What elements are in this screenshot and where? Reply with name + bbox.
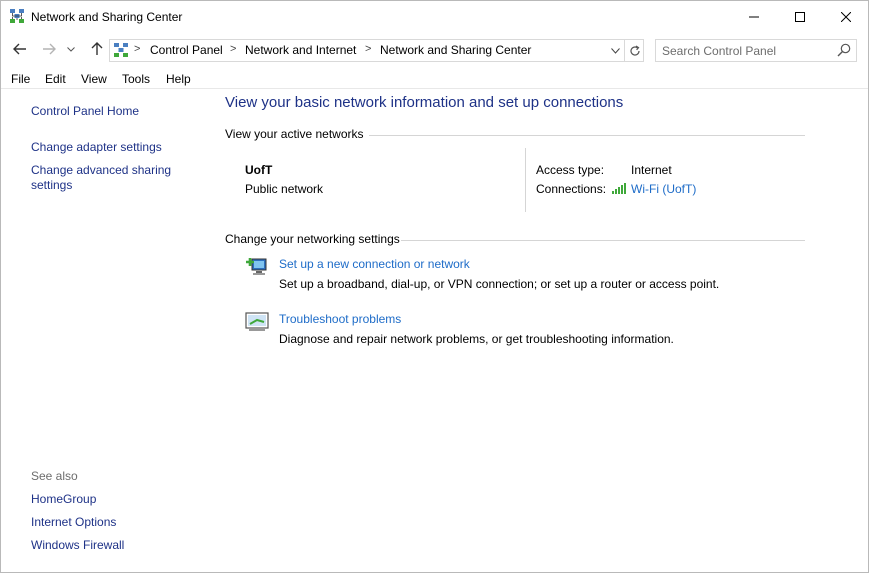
divider — [525, 148, 526, 212]
breadcrumb-separator[interactable]: > — [365, 43, 371, 55]
page-title: View your basic network information and … — [225, 94, 624, 111]
active-networks-title: View your active networks — [225, 127, 364, 141]
divider — [369, 135, 805, 136]
window: Network and Sharing Center > Control Pan… — [0, 0, 869, 573]
window-title: Network and Sharing Center — [31, 10, 183, 24]
refresh-button[interactable] — [624, 40, 644, 61]
recent-locations-button[interactable] — [65, 40, 77, 58]
access-type-label: Access type: — [536, 163, 605, 177]
network-app-icon — [10, 9, 24, 23]
address-bar[interactable]: > Control Panel > Network and Internet >… — [109, 39, 644, 62]
menu-view[interactable]: View — [81, 72, 107, 86]
breadcrumb-separator[interactable]: > — [134, 43, 140, 55]
link-troubleshoot-problems[interactable]: Troubleshoot problems — [279, 312, 401, 326]
wifi-connection-link[interactable]: Wi-Fi (UofT) — [631, 182, 696, 196]
troubleshoot-icon[interactable] — [245, 311, 269, 333]
link-change-adapter-settings[interactable]: Change adapter settings — [31, 140, 162, 155]
divider — [401, 240, 805, 241]
forward-button[interactable] — [40, 40, 58, 58]
back-arrow-icon — [13, 43, 26, 55]
refresh-icon — [629, 44, 640, 56]
link-internet-options[interactable]: Internet Options — [31, 515, 116, 530]
up-button[interactable] — [88, 40, 106, 58]
search-box[interactable] — [655, 39, 857, 62]
close-icon — [841, 11, 851, 22]
search-icon[interactable] — [837, 43, 851, 57]
control-panel-icon — [114, 43, 128, 57]
connections-label: Connections: — [536, 182, 607, 196]
menu-bar: File Edit View Tools Help — [1, 70, 868, 89]
new-connection-icon[interactable] — [245, 256, 269, 278]
menu-file[interactable]: File — [11, 72, 30, 86]
minimize-icon — [749, 16, 759, 17]
breadcrumb-network-and-internet[interactable]: Network and Internet — [245, 43, 356, 57]
link-homegroup[interactable]: HomeGroup — [31, 492, 96, 507]
breadcrumb-control-panel[interactable]: Control Panel — [150, 43, 223, 57]
back-button[interactable] — [11, 40, 29, 58]
up-arrow-icon — [91, 42, 103, 55]
wifi-signal-icon — [612, 183, 626, 194]
troubleshoot-description: Diagnose and repair network problems, or… — [279, 332, 674, 346]
chevron-down-icon — [67, 46, 75, 52]
network-name: UofT — [245, 163, 273, 177]
networking-settings-title: Change your networking settings — [225, 232, 400, 246]
set-up-connection-description: Set up a broadband, dial-up, or VPN conn… — [279, 277, 720, 291]
link-set-up-new-connection[interactable]: Set up a new connection or network — [279, 257, 470, 271]
breadcrumb-network-and-sharing-center[interactable]: Network and Sharing Center — [380, 43, 531, 57]
maximize-icon — [795, 11, 805, 22]
search-input[interactable] — [662, 43, 827, 58]
main-content: View your basic network information and … — [225, 90, 865, 572]
forward-arrow-icon — [43, 43, 56, 55]
network-type: Public network — [245, 182, 324, 196]
see-also-label: See also — [31, 469, 78, 483]
menu-edit[interactable]: Edit — [45, 72, 66, 86]
link-control-panel-home[interactable]: Control Panel Home — [31, 104, 139, 119]
maximize-button[interactable] — [777, 1, 823, 32]
chevron-down-icon — [610, 47, 620, 54]
menu-tools[interactable]: Tools — [122, 72, 150, 86]
link-windows-firewall[interactable]: Windows Firewall — [31, 538, 124, 553]
access-type-value: Internet — [631, 163, 672, 177]
close-button[interactable] — [823, 1, 869, 32]
navigation-bar: > Control Panel > Network and Internet >… — [1, 34, 868, 66]
title-bar: Network and Sharing Center — [1, 1, 868, 32]
sidebar: Control Panel Home Change adapter settin… — [1, 90, 206, 572]
breadcrumb-separator[interactable]: > — [230, 43, 236, 55]
minimize-button[interactable] — [731, 1, 777, 32]
address-history-button[interactable] — [607, 40, 623, 61]
menu-help[interactable]: Help — [166, 72, 191, 86]
link-change-advanced-sharing-settings[interactable]: Change advanced sharing settings — [31, 163, 181, 193]
